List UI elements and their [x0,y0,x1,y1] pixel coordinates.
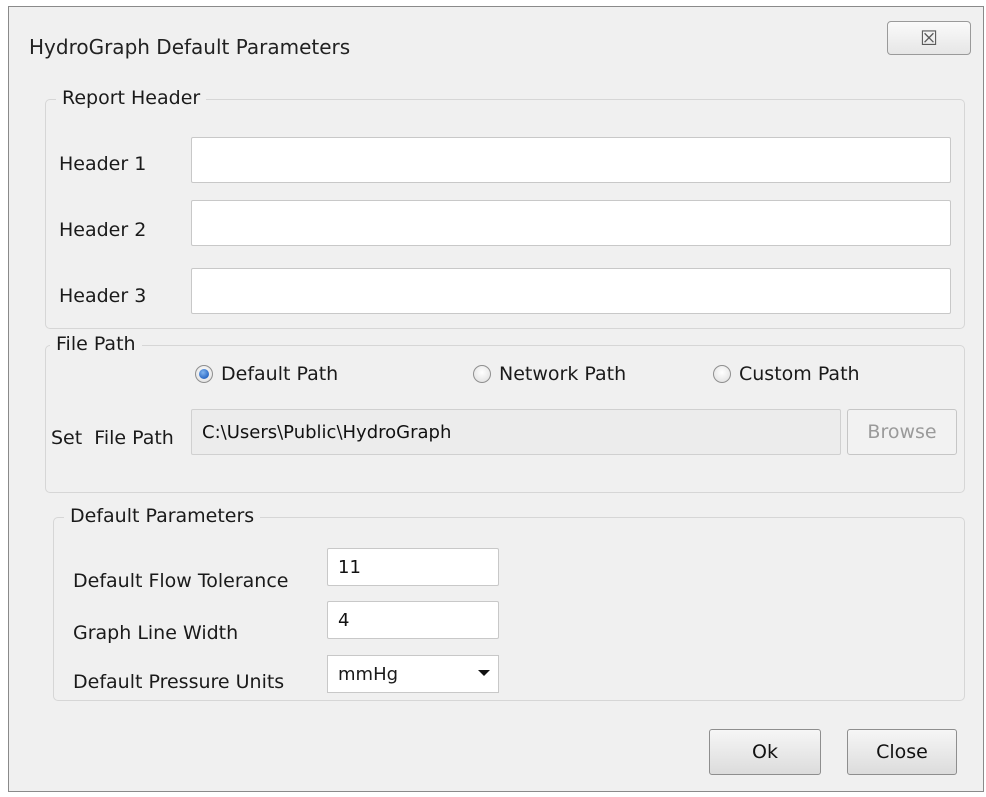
set-file-path-label: Set File Path [51,427,174,449]
window-close-button[interactable]: ☒ [887,21,971,55]
ok-button[interactable]: Ok [709,729,821,775]
radio-default-path[interactable]: Default Path [195,363,338,385]
pressure-units-select[interactable]: mmHg [327,655,499,693]
browse-button[interactable]: Browse [847,409,957,455]
radio-unchecked-icon [713,365,731,383]
radio-network-path[interactable]: Network Path [473,363,626,385]
dialog-window: HydroGraph Default Parameters ☒ Report H… [8,6,984,792]
header-1-label: Header 1 [59,153,147,175]
header-3-input[interactable] [191,268,951,314]
header-1-input[interactable] [191,137,951,183]
file-path-legend: File Path [50,333,142,355]
flow-tolerance-input[interactable] [327,548,499,586]
header-2-input[interactable] [191,200,951,246]
pressure-units-label: Default Pressure Units [73,671,285,693]
header-3-label: Header 3 [59,285,147,307]
window-title: HydroGraph Default Parameters [29,35,351,59]
close-button[interactable]: Close [847,729,957,775]
radio-default-path-label: Default Path [221,363,339,385]
radio-unchecked-icon [473,365,491,383]
line-width-input[interactable] [327,601,499,639]
radio-custom-path-label: Custom Path [739,363,860,385]
report-header-legend: Report Header [56,87,207,109]
radio-network-path-label: Network Path [499,363,627,385]
pressure-units-value: mmHg [338,663,399,685]
radio-checked-icon [195,365,213,383]
title-bar: HydroGraph Default Parameters ☒ [9,7,983,77]
radio-custom-path[interactable]: Custom Path [713,363,860,385]
default-parameters-legend: Default Parameters [64,505,261,527]
close-icon: ☒ [920,26,938,50]
header-2-label: Header 2 [59,219,147,241]
chevron-down-icon [478,670,490,676]
line-width-label: Graph Line Width [73,622,239,644]
flow-tolerance-label: Default Flow Tolerance [73,570,289,592]
file-path-input[interactable] [191,409,841,455]
